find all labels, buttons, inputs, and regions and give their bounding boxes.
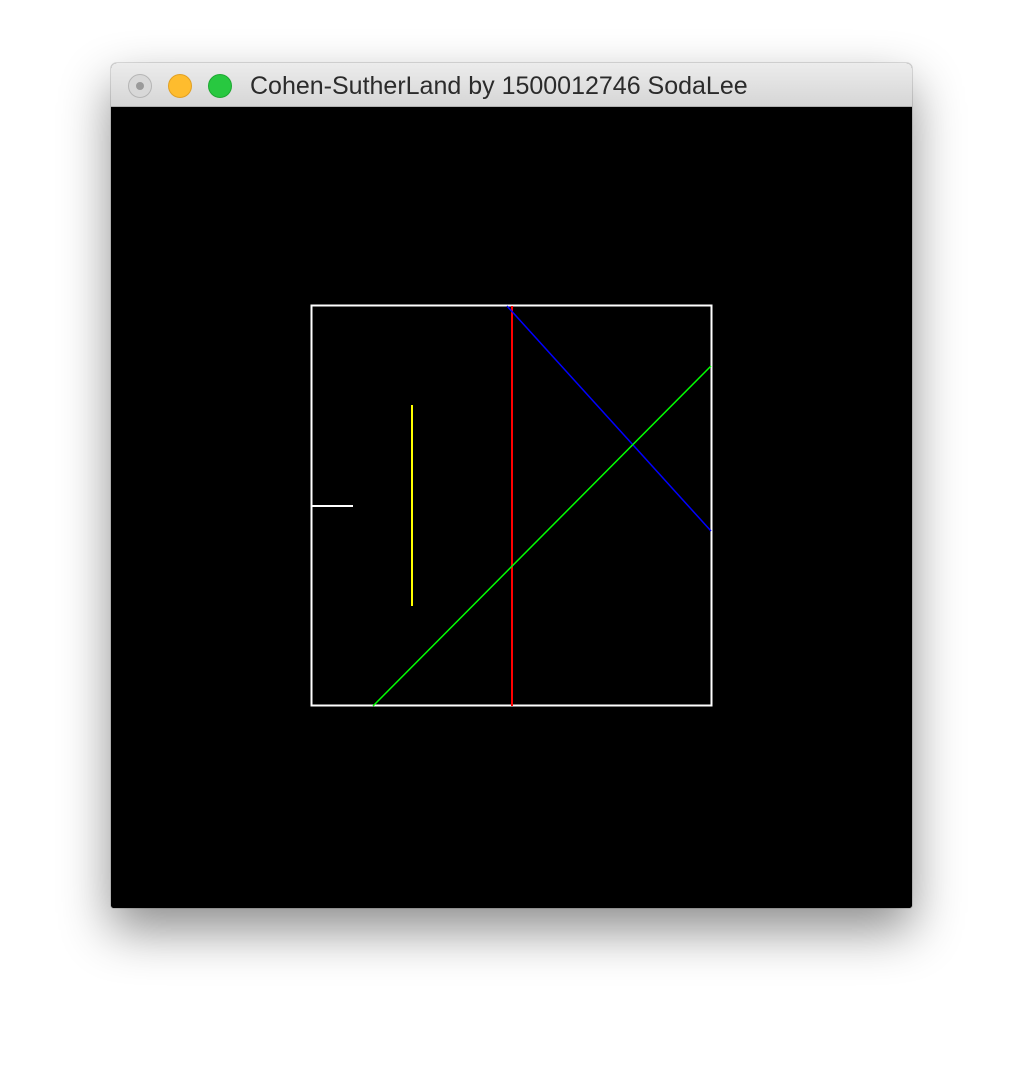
app-window: Cohen-SutherLand by 1500012746 SodaLee xyxy=(111,63,912,908)
zoom-icon[interactable] xyxy=(208,74,232,98)
window-title: Cohen-SutherLand by 1500012746 SodaLee xyxy=(250,72,748,100)
clipping-scene xyxy=(111,107,912,908)
title-bar[interactable]: Cohen-SutherLand by 1500012746 SodaLee xyxy=(111,63,912,107)
drawing-canvas xyxy=(111,107,912,908)
minimize-icon[interactable] xyxy=(168,74,192,98)
close-icon[interactable] xyxy=(128,74,152,98)
